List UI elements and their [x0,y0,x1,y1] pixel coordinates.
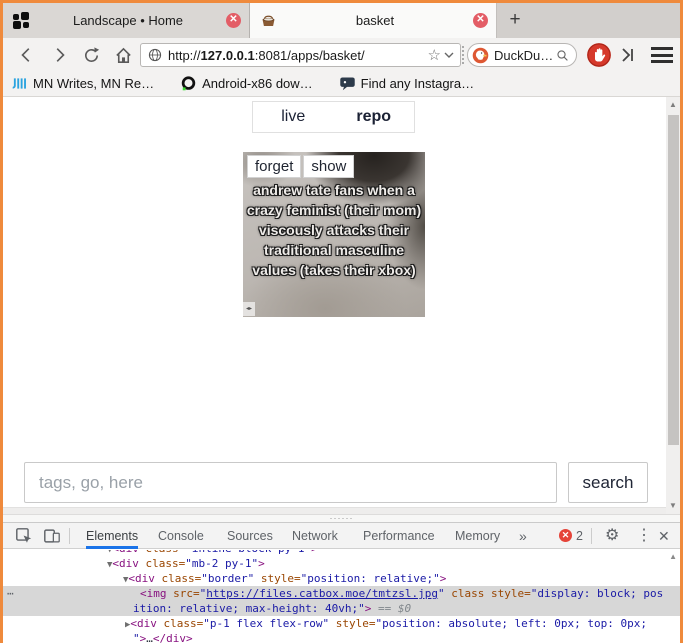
tab-landscape-home[interactable]: Landscape • Home ✕ [3,3,250,38]
tab-close-icon[interactable]: ✕ [226,13,241,28]
show-button[interactable]: show [303,155,354,178]
more-tabs-icon[interactable]: » [519,523,527,549]
search-button[interactable]: search [568,462,648,503]
tab-bar: Landscape • Home ✕ basket ✕ + [3,3,680,38]
home-button[interactable] [110,42,136,68]
tab-close-icon[interactable]: ✕ [473,13,488,28]
duckduckgo-icon [472,47,489,64]
mn-writes-favicon-icon [11,75,28,92]
devtools-tab-sources[interactable]: Sources [227,523,273,549]
magnifier-icon[interactable] [556,49,569,62]
new-tab-button[interactable]: + [503,8,527,32]
url-bar[interactable]: http://127.0.0.1:8081/apps/basket/ ☆ [140,43,461,67]
devtools-splitter[interactable]: ······ [3,514,680,522]
landscape-favicon-icon [13,12,30,29]
close-devtools-icon[interactable]: ✕ [658,523,670,549]
field-separator [462,46,464,64]
page-scrollbar[interactable]: ▲ ▼ [666,97,680,514]
scroll-up-icon[interactable]: ▲ [666,100,680,109]
devtools-tab-network[interactable]: Network [292,523,338,549]
devtools-tree-row[interactable]: ▼<div class="border" style="position: re… [3,571,680,586]
devtools-tree-row[interactable]: ">…</div> [3,631,680,643]
web-search-field[interactable]: DuckDu… [467,43,577,67]
tab-live[interactable]: live [253,108,334,126]
error-badge-icon[interactable]: ✕ [559,529,572,542]
bookmark-mn-writes[interactable]: MN Writes, MN Re… [11,75,154,92]
devtools-elements-tree: ▼<div class="inline-block py-1">▼<div cl… [3,550,680,643]
devtools-tree-row[interactable]: ition: relative; max-height: 40vh;"> == … [3,601,680,616]
android-x86-favicon-icon [180,75,197,92]
pager-arrows-icon[interactable]: ◂▸ [243,302,255,316]
bookmark-label: Find any Instagra… [361,76,474,91]
bookmark-find-instagram[interactable]: Find any Instagra… [339,75,474,92]
bookmark-android-x86[interactable]: Android-x86 dow… [180,75,313,92]
tab-repo[interactable]: repo [334,108,415,126]
chevron-down-icon[interactable] [444,50,454,60]
adblock-hand-icon[interactable] [586,42,612,68]
devtools-tab-memory[interactable]: Memory [455,523,500,549]
devtools-tree-row[interactable]: ▶<div class="p-1 flex flex-row" style="p… [3,616,680,631]
devtools-tab-performance[interactable]: Performance [363,523,435,549]
url-text[interactable]: http://127.0.0.1:8081/apps/basket/ [168,48,428,63]
browser-window: Landscape • Home ✕ basket ✕ + http://127… [0,0,683,643]
sidebar-toggle-icon[interactable] [617,45,637,65]
reload-button[interactable] [78,42,104,68]
toolbar-separator [591,528,592,544]
devtools-tab-elements[interactable]: Elements [86,523,138,549]
scrollbar-thumb[interactable] [668,115,679,445]
basket-favicon-icon [260,12,277,29]
meme-image[interactable]: forget show andrew tate fans when a craz… [243,152,425,317]
tab-title: basket [277,13,473,28]
mode-tabs: live repo [252,101,415,133]
search-engine-label: DuckDu… [494,48,556,63]
menu-hamburger-icon[interactable] [651,47,673,63]
page-content: live repo forget show andrew tate fans w… [3,97,666,514]
bookmark-star-icon[interactable]: ☆ [428,46,441,64]
tags-input[interactable] [24,462,557,503]
row-overflow-icon: ⋯ [7,586,14,601]
bookmark-label: Android-x86 dow… [202,76,313,91]
inspect-element-icon[interactable] [15,527,33,550]
device-toolbar-icon[interactable] [43,527,61,550]
meme-caption: andrew tate fans when a crazy feminist (… [243,180,425,280]
settings-gear-icon[interactable]: ⚙ [605,523,619,549]
devtools-scroll-up-icon[interactable]: ▲ [669,552,677,561]
back-button[interactable] [14,42,40,68]
devtools-panel: Elements Console Sources Network Perform… [3,522,680,643]
speech-bubble-favicon-icon [339,75,356,92]
toolbar-separator [69,528,70,544]
devtools-toolbar: Elements Console Sources Network Perform… [3,523,680,549]
error-count[interactable]: 2 [576,523,583,549]
devtools-tree-rows: ▼<div class="inline-block py-1">▼<div cl… [3,550,680,643]
kebab-menu-icon[interactable]: ⋮ [636,523,652,549]
forget-button[interactable]: forget [247,155,301,178]
forward-button[interactable] [46,42,72,68]
site-globe-icon [148,48,162,62]
tab-title: Landscape • Home [30,13,226,28]
devtools-tab-console[interactable]: Console [158,523,204,549]
navigation-bar: http://127.0.0.1:8081/apps/basket/ ☆ Duc… [3,38,680,71]
devtools-tree-row[interactable]: ⋯<img src="https://files.catbox.moe/tmtz… [3,586,680,601]
devtools-tree-row[interactable]: ▼<div class="mb-2 py-1"> [3,556,680,571]
image-overlay-buttons: forget show [247,155,354,178]
bookmarks-bar: MN Writes, MN Re… Android-x86 dow… Find … [3,71,680,97]
scroll-down-icon[interactable]: ▼ [666,501,680,510]
tab-basket[interactable]: basket ✕ [250,3,497,38]
bookmark-label: MN Writes, MN Re… [33,76,154,91]
